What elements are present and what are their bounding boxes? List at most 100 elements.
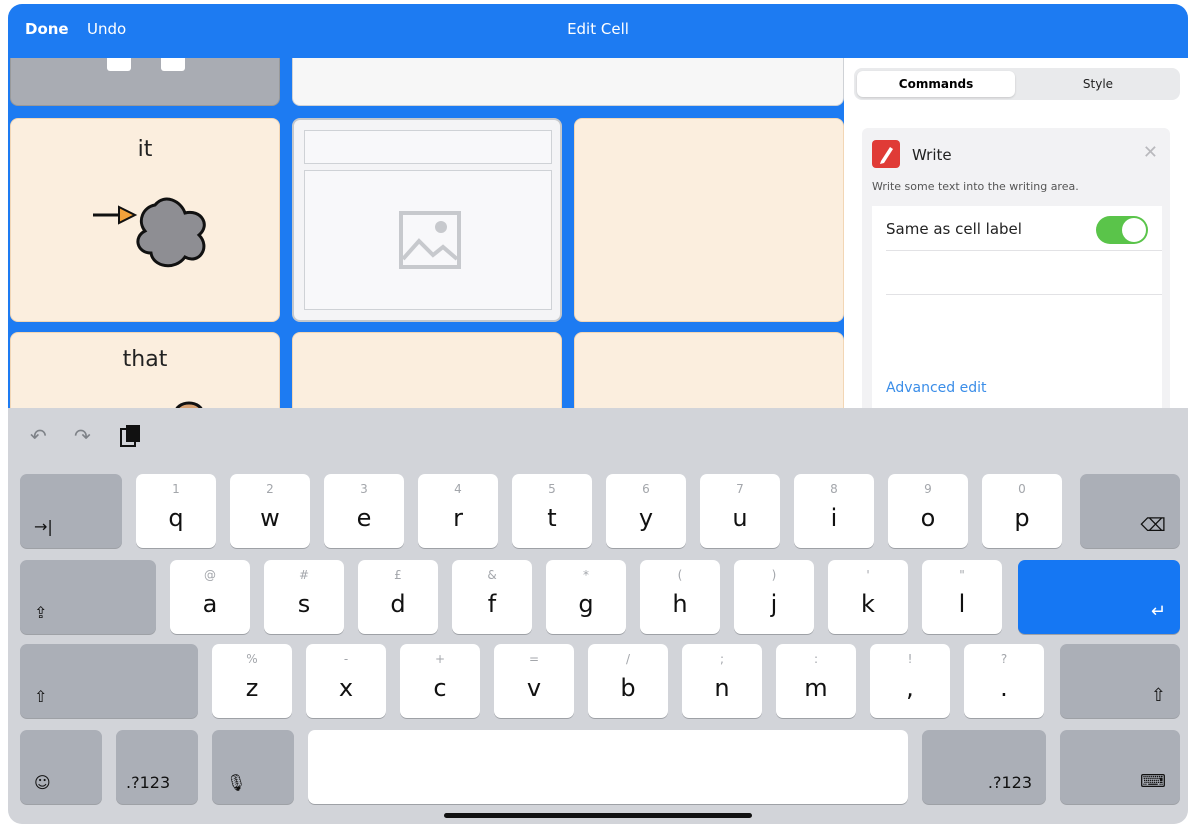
advanced-edit-link[interactable]: Advanced edit <box>886 380 986 396</box>
tab-style[interactable]: Style <box>1019 71 1177 97</box>
key-row3-1[interactable]: -x <box>306 644 386 718</box>
key-row1-9[interactable]: 0p <box>982 474 1062 548</box>
grid-cell-top-wide[interactable] <box>292 58 844 106</box>
key-row1-7[interactable]: 8i <box>794 474 874 548</box>
key-hint: & <box>487 568 497 582</box>
cell-symbol <box>107 58 131 71</box>
key-label: p <box>1014 504 1030 532</box>
cell-grid: it that <box>8 58 844 408</box>
it-symbol-icon <box>93 197 206 268</box>
backspace-key[interactable]: ⌫ <box>1080 474 1180 548</box>
key-row2-1[interactable]: # s <box>264 560 344 634</box>
key-label: , <box>906 674 914 702</box>
key-label: s <box>297 590 311 618</box>
key-row2-5[interactable]: (h <box>640 560 720 634</box>
hide-keyboard-key[interactable]: ⌨ <box>1060 730 1180 804</box>
grid-cell-it[interactable]: it <box>10 118 280 322</box>
key-label: x <box>338 674 354 702</box>
key-label: v <box>526 674 542 702</box>
key-hint: % <box>246 652 258 666</box>
key-label: h <box>672 590 688 618</box>
redo-icon[interactable]: ↷ <box>74 424 91 448</box>
key-row1-0[interactable]: 1q <box>136 474 216 548</box>
key-row1-2[interactable]: 3e <box>324 474 404 548</box>
undo-icon[interactable]: ↶ <box>30 424 47 448</box>
key-row2-4[interactable]: * g <box>546 560 626 634</box>
key-row3-3[interactable]: = v <box>494 644 574 718</box>
shift-icon: ⇧ <box>34 687 48 706</box>
key-row3-0[interactable]: % z <box>212 644 292 718</box>
key-label: y <box>638 504 654 532</box>
key-row2-2[interactable]: £ d <box>358 560 438 634</box>
grid-cell-empty[interactable] <box>292 332 562 408</box>
numbers-key-left[interactable]: .?123 <box>116 730 198 804</box>
grid-cell-selected[interactable] <box>292 118 562 322</box>
key-row2-0[interactable]: @ a <box>170 560 250 634</box>
backspace-icon: ⌫ <box>1140 515 1166 536</box>
close-icon[interactable]: ✕ <box>1143 142 1158 163</box>
key-hint: 6 <box>642 482 650 496</box>
key-row1-4[interactable]: 5t <box>512 474 592 548</box>
write-command-card: Write ✕ Write some text into the writing… <box>862 128 1170 418</box>
key-hint: # <box>298 568 310 582</box>
key-row3-4[interactable]: / b <box>588 644 668 718</box>
command-title: Write <box>912 146 952 164</box>
key-label: b <box>620 674 636 702</box>
numbers-key-label: .?123 <box>987 773 1032 792</box>
key-row1-6[interactable]: 7u <box>700 474 780 548</box>
command-description: Write some text into the writing area. <box>872 180 1079 193</box>
grid-cell-empty[interactable] <box>574 332 844 408</box>
onscreen-keyboard: ↶ ↷ →| 1q2w3e4r5t6y7u8i9o0p ⌫ ⇪ @ a # s £ d & f… <box>8 408 1188 824</box>
key-row2-7[interactable]: ' k <box>828 560 908 634</box>
key-hint: * <box>583 568 589 582</box>
key-row3-6[interactable]: :m <box>776 644 856 718</box>
key-label: a <box>202 590 218 618</box>
emoji-key[interactable]: ☺ <box>20 730 102 804</box>
emoji-icon: ☺ <box>34 773 51 792</box>
same-as-label-toggle[interactable] <box>1096 216 1148 244</box>
dictation-key[interactable]: 🎙 <box>212 730 294 804</box>
divider <box>886 294 1162 295</box>
grid-cell-top-left[interactable] <box>10 58 280 106</box>
key-row1-1[interactable]: 2w <box>230 474 310 548</box>
grid-cell-empty[interactable] <box>574 118 844 322</box>
key-hint: @ <box>204 568 216 582</box>
key-label: k <box>861 590 875 618</box>
that-symbol-icon <box>175 401 203 408</box>
space-bar[interactable] <box>308 730 908 804</box>
shift-key-left[interactable]: ⇧ <box>20 644 198 718</box>
cell-symbol <box>161 58 185 71</box>
key-row2-3[interactable]: & f <box>452 560 532 634</box>
key-row3-2[interactable]: + c <box>400 644 480 718</box>
key-hint: £ <box>394 568 402 582</box>
home-indicator <box>444 813 752 818</box>
key-row3-8[interactable]: ?. <box>964 644 1044 718</box>
cell-label: it <box>137 137 153 162</box>
key-hint: ; <box>719 652 725 666</box>
key-label: q <box>168 504 184 532</box>
key-row2-6[interactable]: ) j <box>734 560 814 634</box>
caps-lock-key[interactable]: ⇪ <box>20 560 156 634</box>
key-hint: - <box>343 652 349 666</box>
key-hint: 2 <box>266 482 274 496</box>
key-hint: 4 <box>454 482 462 496</box>
toggle-knob <box>1122 218 1146 242</box>
app-window: Done Undo Edit Cell it that Commands Sty… <box>8 4 1188 824</box>
key-label: c <box>433 674 447 702</box>
tab-commands[interactable]: Commands <box>857 71 1015 97</box>
cell-label: that <box>122 347 168 372</box>
numbers-key-right[interactable]: .?123 <box>922 730 1046 804</box>
key-row1-8[interactable]: 9o <box>888 474 968 548</box>
grid-cell-that[interactable]: that <box>10 332 280 408</box>
key-row1-3[interactable]: 4r <box>418 474 498 548</box>
tab-key[interactable]: →| <box>20 474 122 548</box>
key-row3-7[interactable]: !, <box>870 644 950 718</box>
same-as-label-option: Same as cell label <box>886 220 1022 238</box>
key-row2-8[interactable]: " l <box>922 560 1002 634</box>
key-row3-5[interactable]: ; n <box>682 644 762 718</box>
return-key[interactable]: ↵ <box>1018 560 1180 634</box>
shift-key-right[interactable]: ⇧ <box>1060 644 1180 718</box>
key-hint: ' <box>866 568 870 582</box>
key-row1-5[interactable]: 6y <box>606 474 686 548</box>
clipboard-icon[interactable] <box>120 424 142 453</box>
